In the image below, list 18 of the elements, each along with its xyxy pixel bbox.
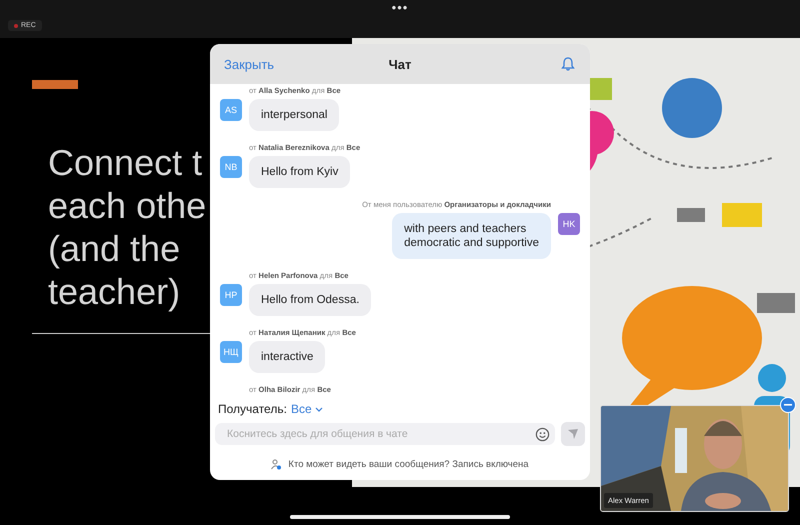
accent-bar [32,80,78,89]
avatar: НЩ [220,341,242,363]
chevron-down-icon [314,406,323,412]
recipient-dropdown[interactable]: Все [290,402,323,416]
slide-title-line: (and the [48,227,180,270]
avatar: HP [220,284,242,306]
people-icon [271,459,282,470]
recipient-label: Получатель: [218,402,287,416]
message-bubble: interactive [249,341,326,373]
slide-title-line: Connect t [48,141,202,184]
more-button[interactable]: ••• [392,0,408,16]
avatar: AS [220,99,242,121]
message-bubble: interpersonal [249,99,340,131]
avatar: NB [220,156,242,178]
message-bubble: Hello from Odessa. [249,284,372,316]
slide-title-line: each othe [48,184,206,227]
slide-title-line: teacher) [48,270,180,313]
message-bubble: Hello from Kyiv [249,156,350,188]
